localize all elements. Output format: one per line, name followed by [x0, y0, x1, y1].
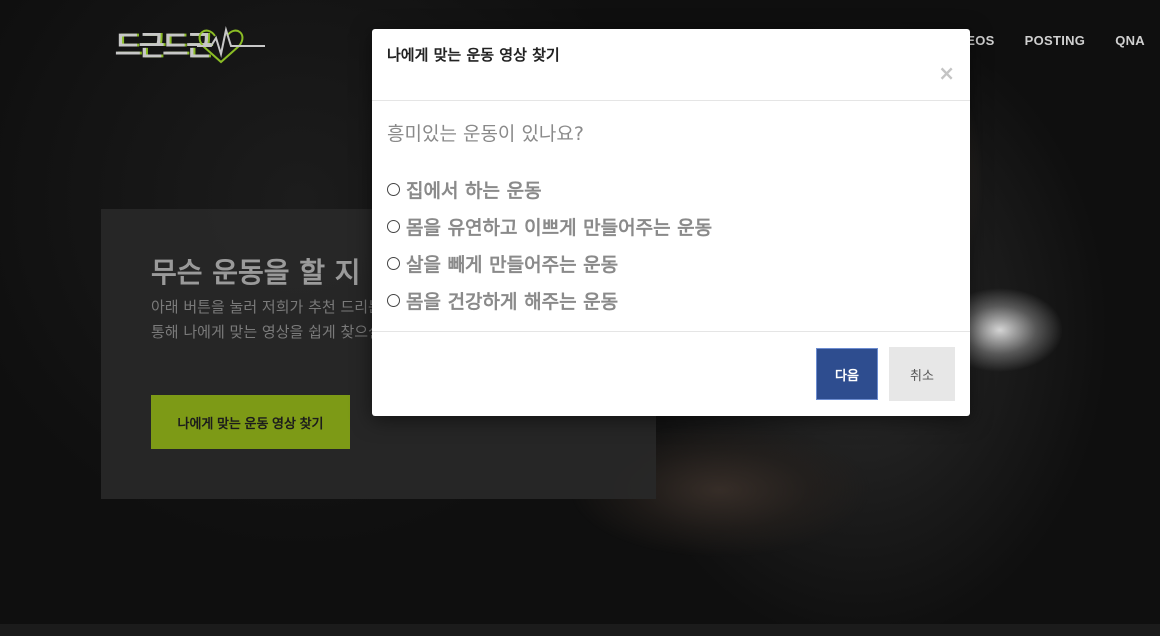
- option-weight-loss[interactable]: 살을 빼게 만들어주는 운동: [387, 245, 712, 282]
- option-list: 집에서 하는 운동 몸을 유연하고 이쁘게 만들어주는 운동 살을 빼게 만들어…: [387, 171, 712, 319]
- option-label: 살을 빼게 만들어주는 운동: [406, 254, 619, 276]
- close-icon[interactable]: ×: [938, 63, 955, 83]
- radio-button[interactable]: [387, 294, 400, 307]
- option-label: 몸을 유연하고 이쁘게 만들어주는 운동: [406, 217, 713, 239]
- option-label: 몸을 건강하게 해주는 운동: [406, 291, 619, 313]
- option-home-workout[interactable]: 집에서 하는 운동: [387, 171, 712, 208]
- radio-button[interactable]: [387, 183, 400, 196]
- radio-button[interactable]: [387, 220, 400, 233]
- next-button[interactable]: 다음: [816, 348, 878, 400]
- radio-button[interactable]: [387, 257, 400, 270]
- modal-title: 나에게 맞는 운동 영상 찾기: [387, 46, 560, 64]
- modal-footer: 다음 취소: [372, 332, 970, 416]
- option-flexibility[interactable]: 몸을 유연하고 이쁘게 만들어주는 운동: [387, 208, 712, 245]
- cancel-button[interactable]: 취소: [889, 347, 955, 401]
- modal-header: 나에게 맞는 운동 영상 찾기 ×: [372, 29, 970, 101]
- option-label: 집에서 하는 운동: [406, 180, 542, 202]
- modal-body: 흥미있는 운동이 있나요? 집에서 하는 운동 몸을 유연하고 이쁘게 만들어주…: [372, 101, 970, 332]
- option-health[interactable]: 몸을 건강하게 해주는 운동: [387, 282, 712, 319]
- recommend-modal: 나에게 맞는 운동 영상 찾기 × 흥미있는 운동이 있나요? 집에서 하는 운…: [372, 29, 970, 416]
- question-text: 흥미있는 운동이 있나요?: [387, 123, 584, 145]
